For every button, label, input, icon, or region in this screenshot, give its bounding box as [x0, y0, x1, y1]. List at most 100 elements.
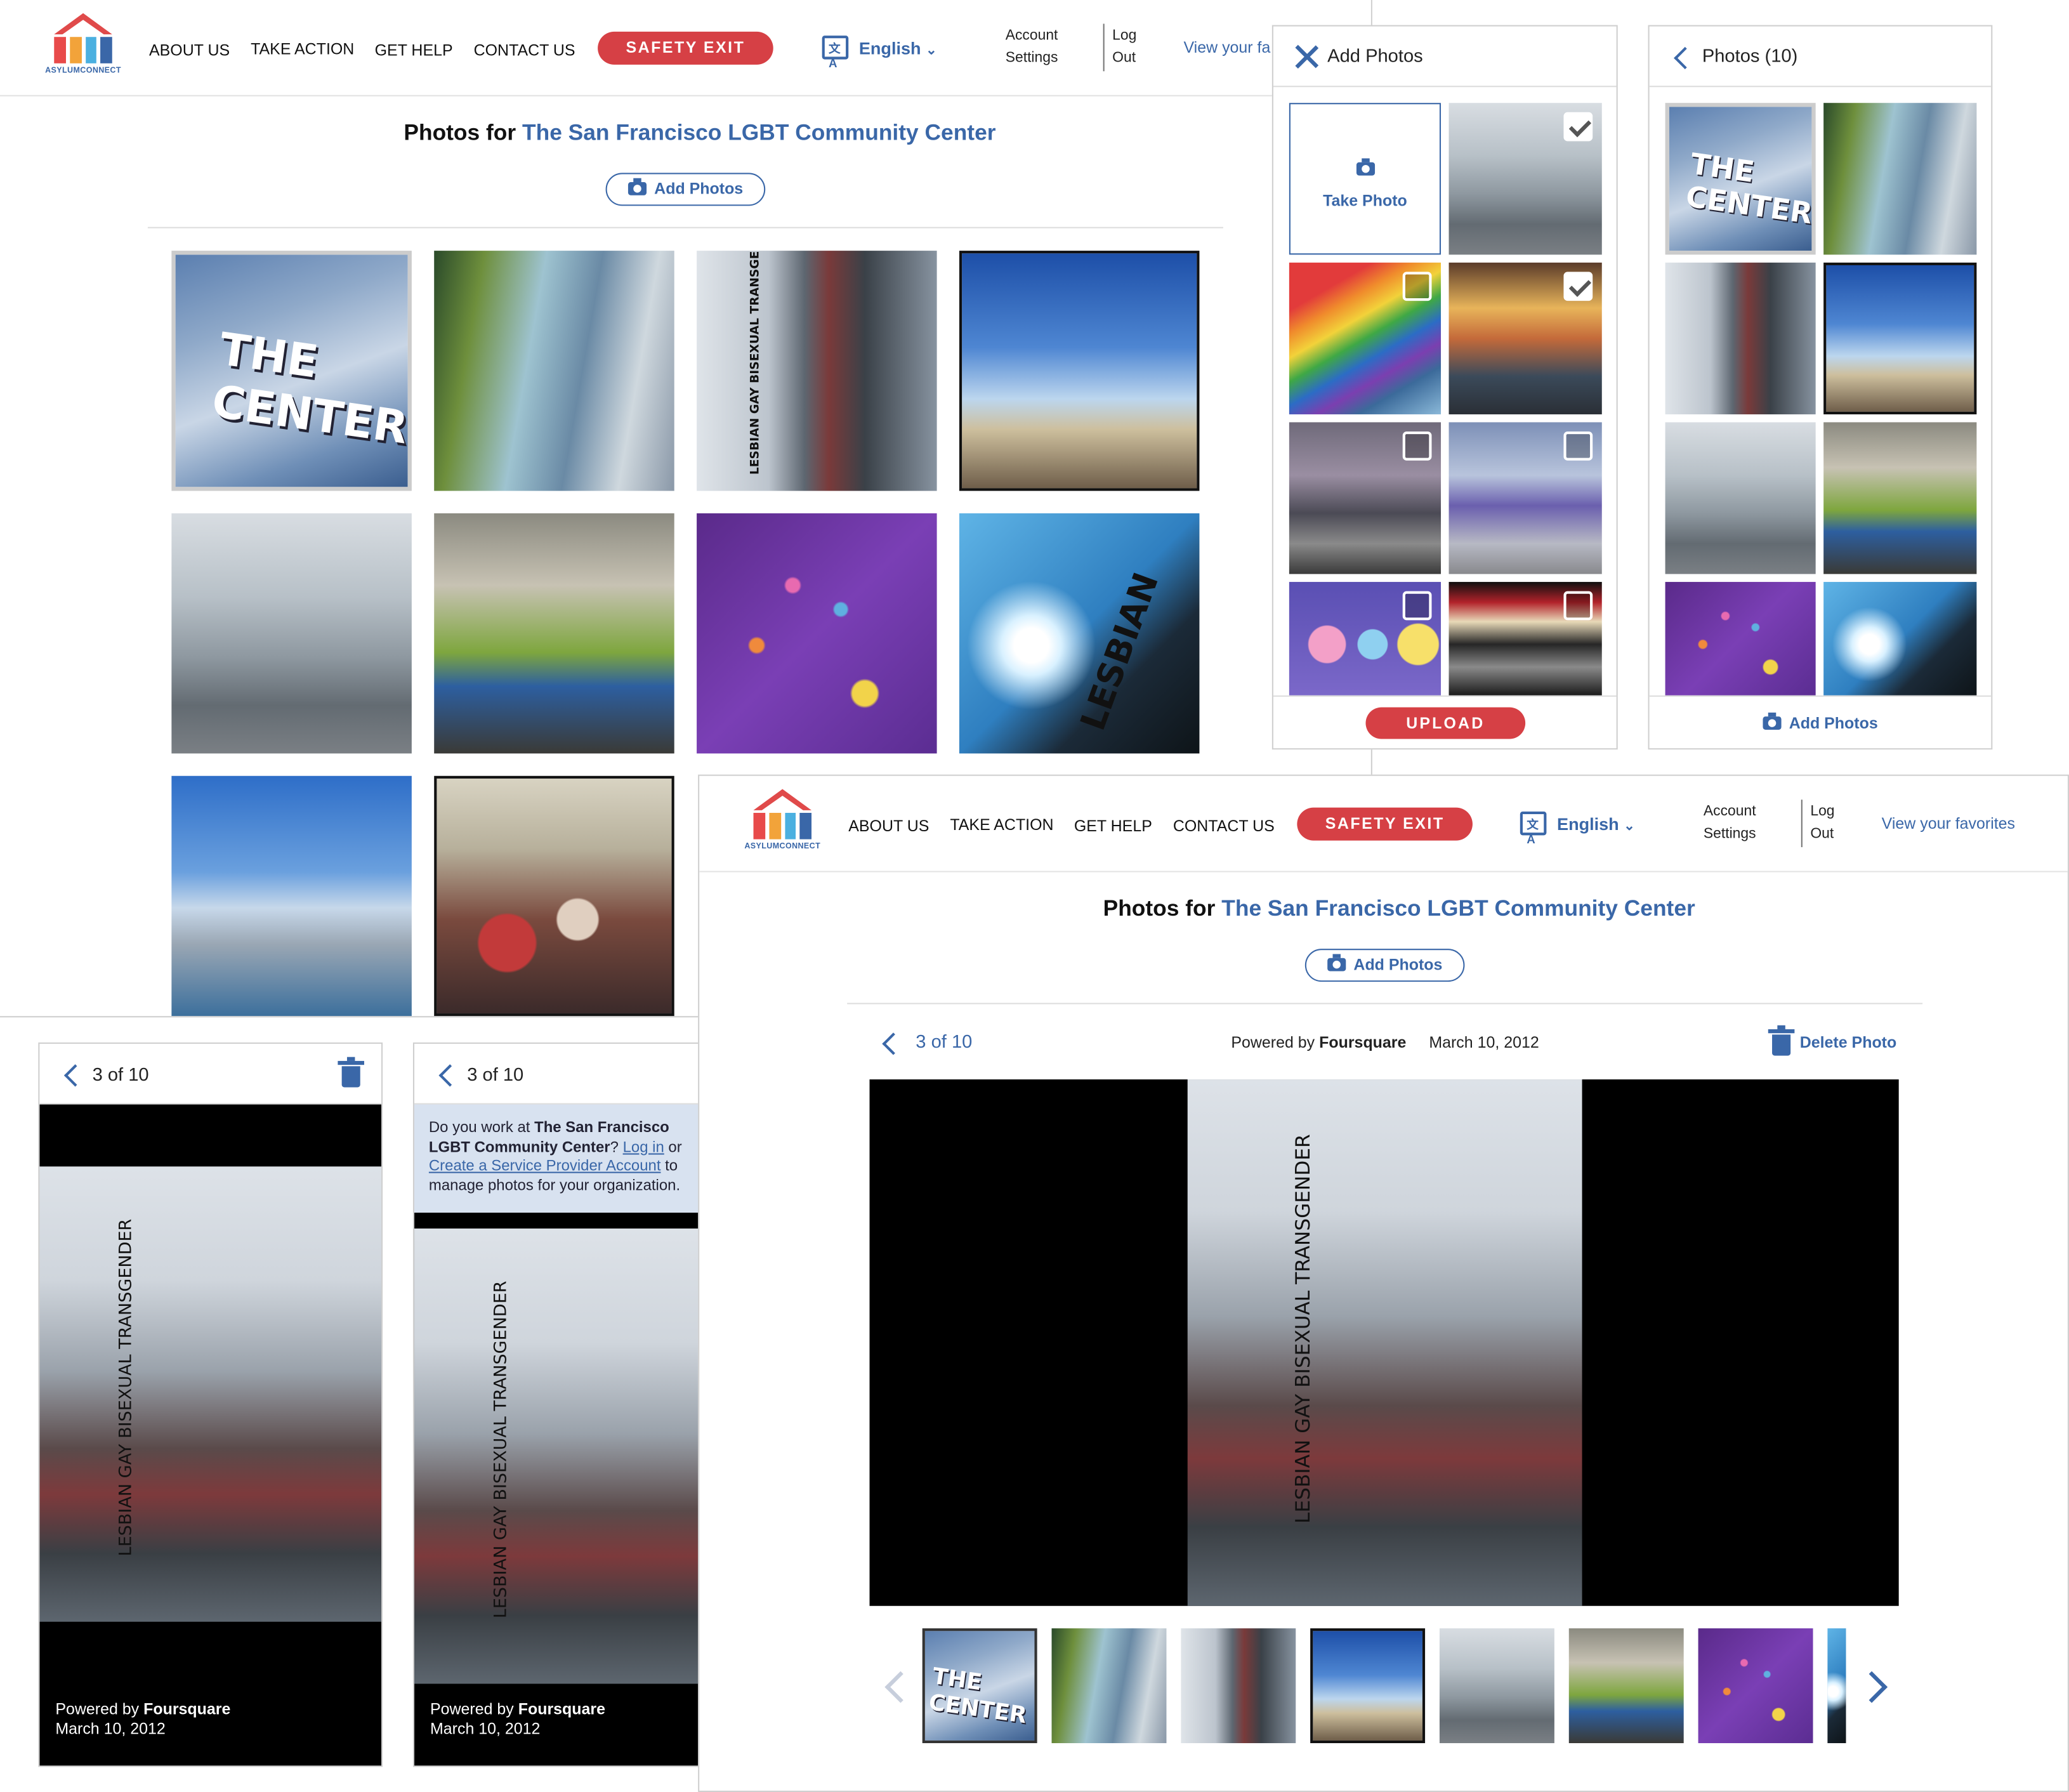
- photo-thumb[interactable]: [1823, 582, 1977, 695]
- notice-text-3: or: [668, 1139, 682, 1156]
- powered-by-label: Powered by: [430, 1699, 514, 1718]
- trash-icon[interactable]: [1768, 1025, 1795, 1056]
- add-photos-label: Add Photos: [1353, 955, 1443, 974]
- nav-take-action[interactable]: TAKE ACTION: [950, 815, 1053, 834]
- select-photo-tile[interactable]: [1448, 582, 1602, 695]
- back-chevron-icon[interactable]: [1674, 46, 1697, 70]
- account-settings-link[interactable]: Account Settings: [1704, 801, 1756, 846]
- filmstrip-thumb[interactable]: [1827, 1628, 1846, 1744]
- gallery-photo[interactable]: [434, 251, 674, 491]
- prev-chevron-icon[interactable]: [884, 1671, 917, 1703]
- close-icon[interactable]: [1294, 45, 1318, 69]
- filmstrip-thumb[interactable]: [1439, 1628, 1554, 1744]
- login-link[interactable]: Log in: [623, 1140, 664, 1156]
- language-select[interactable]: English ⌄: [1557, 814, 1635, 834]
- asylumconnect-logo[interactable]: ASYLUMCONNECT: [43, 13, 124, 82]
- nav-take-action[interactable]: TAKE ACTION: [251, 39, 354, 58]
- camera-icon: [1355, 158, 1375, 176]
- viewer-stage: LESBIAN GAY BISEXUAL TRANSGENDER Powered…: [39, 1104, 382, 1766]
- filmstrip-thumb[interactable]: [1051, 1628, 1167, 1744]
- add-photos-button[interactable]: Add Photos: [1304, 949, 1465, 982]
- select-photo-tile[interactable]: [1289, 262, 1442, 414]
- add-photos-link[interactable]: Add Photos: [1650, 712, 1992, 732]
- language-label: English: [858, 38, 921, 58]
- language-label: English: [1557, 814, 1619, 834]
- create-account-link[interactable]: Create a Service Provider Account: [429, 1159, 661, 1175]
- org-name-link[interactable]: The San Francisco LGBT Community Center: [522, 120, 996, 145]
- photo-thumb[interactable]: [1823, 103, 1977, 255]
- gallery-photo[interactable]: [434, 775, 674, 1017]
- photo-thumb[interactable]: [1665, 422, 1816, 574]
- nav-contact-us[interactable]: CONTACT US: [474, 41, 575, 59]
- photo-thumb[interactable]: [1665, 582, 1816, 695]
- gallery-photo[interactable]: [697, 513, 937, 754]
- gallery-photo[interactable]: [434, 513, 674, 754]
- nav-about-us[interactable]: ABOUT US: [848, 817, 929, 835]
- gallery-photo[interactable]: [171, 513, 412, 754]
- select-photo-tile[interactable]: [1289, 582, 1442, 695]
- title-prefix: Photos for: [1103, 895, 1216, 921]
- logout-link[interactable]: Log Out: [1810, 801, 1834, 846]
- filmstrip-thumb[interactable]: THE CENTER: [922, 1628, 1037, 1744]
- gallery-photo[interactable]: THE CENTER: [171, 251, 412, 491]
- checkbox[interactable]: [1402, 272, 1432, 301]
- next-chevron-icon[interactable]: [1856, 1671, 1888, 1703]
- gallery-photo[interactable]: [959, 251, 1200, 491]
- select-photo-tile[interactable]: [1448, 103, 1602, 255]
- favorites-link[interactable]: View your favorites: [1882, 814, 2015, 833]
- site-header: ASYLUMCONNECT ABOUT US TAKE ACTION GET H…: [0, 0, 1371, 96]
- trash-icon[interactable]: [338, 1057, 364, 1088]
- safety-exit-button[interactable]: SAFETY EXIT: [598, 31, 773, 65]
- checkbox-checked[interactable]: [1563, 112, 1593, 142]
- upload-button[interactable]: UPLOAD: [1365, 707, 1526, 739]
- add-photos-button[interactable]: Add Photos: [605, 173, 766, 206]
- photo-thumb[interactable]: [1823, 422, 1977, 574]
- settings-label: Settings: [1005, 50, 1058, 66]
- log-label: Log: [1112, 27, 1137, 44]
- filmstrip-thumb[interactable]: [1698, 1628, 1813, 1744]
- take-photo-tile[interactable]: Take Photo: [1289, 103, 1442, 255]
- checkbox[interactable]: [1402, 431, 1432, 461]
- checkbox-checked[interactable]: [1563, 272, 1593, 301]
- add-photos-panel: Add Photos Take Photo UPLOAD: [1271, 25, 1618, 750]
- select-photo-tile[interactable]: [1289, 422, 1442, 574]
- checkbox[interactable]: [1402, 591, 1432, 621]
- nav-get-help[interactable]: GET HELP: [375, 41, 453, 59]
- filmstrip-thumb[interactable]: [1181, 1628, 1296, 1744]
- nav-get-help[interactable]: GET HELP: [1074, 817, 1152, 835]
- panel-title: Photos (10): [1702, 44, 1798, 66]
- photo-thumb[interactable]: [1665, 262, 1816, 414]
- back-chevron-icon[interactable]: [882, 1032, 905, 1055]
- photo-attribution: Powered by Foursquare: [1231, 1033, 1406, 1051]
- favorites-link[interactable]: View your fa: [1183, 38, 1270, 56]
- select-photo-tile[interactable]: [1448, 422, 1602, 574]
- select-photo-tile[interactable]: [1448, 262, 1602, 414]
- photo-counter: 3 of 10: [92, 1064, 149, 1085]
- delete-photo-button[interactable]: Delete Photo: [1800, 1033, 1897, 1051]
- filmstrip-thumb[interactable]: [1568, 1628, 1684, 1744]
- gallery-photo[interactable]: LESBIAN: [959, 513, 1200, 754]
- filmstrip-thumb[interactable]: [1310, 1628, 1426, 1744]
- photo-thumb[interactable]: [1823, 262, 1977, 414]
- safety-exit-button[interactable]: SAFETY EXIT: [1297, 807, 1473, 841]
- checkbox[interactable]: [1563, 591, 1593, 621]
- account-settings-link[interactable]: Account Settings: [1006, 25, 1058, 70]
- powered-by-label: Powered by: [55, 1699, 140, 1718]
- checkbox[interactable]: [1563, 431, 1593, 461]
- photo-date: March 10, 2012: [430, 1719, 541, 1738]
- gallery-photo[interactable]: [171, 775, 412, 1017]
- org-name-link[interactable]: The San Francisco LGBT Community Center: [1221, 896, 1695, 921]
- language-select[interactable]: English ⌄: [859, 38, 937, 58]
- back-chevron-icon[interactable]: [63, 1064, 87, 1087]
- nav-contact-us[interactable]: CONTACT US: [1173, 817, 1275, 835]
- nav-about-us[interactable]: ABOUT US: [149, 41, 230, 59]
- viewer-stage: LESBIAN GAY BISEXUAL TRANSGENDER: [869, 1079, 1899, 1606]
- header-divider: [1103, 23, 1105, 72]
- mobile-photo-viewer: 3 of 10 LESBIAN GAY BISEXUAL TRANSGENDER…: [38, 1042, 383, 1767]
- back-chevron-icon[interactable]: [438, 1064, 461, 1087]
- logout-link[interactable]: Log Out: [1112, 25, 1136, 70]
- asylumconnect-logo[interactable]: ASYLUMCONNECT: [742, 789, 824, 858]
- gallery-photo[interactable]: LESBIAN GAY BISEXUAL TRANSGE: [697, 251, 937, 491]
- photo-thumb[interactable]: THE CENTER: [1665, 103, 1816, 255]
- chevron-down-icon: ⌄: [926, 43, 937, 58]
